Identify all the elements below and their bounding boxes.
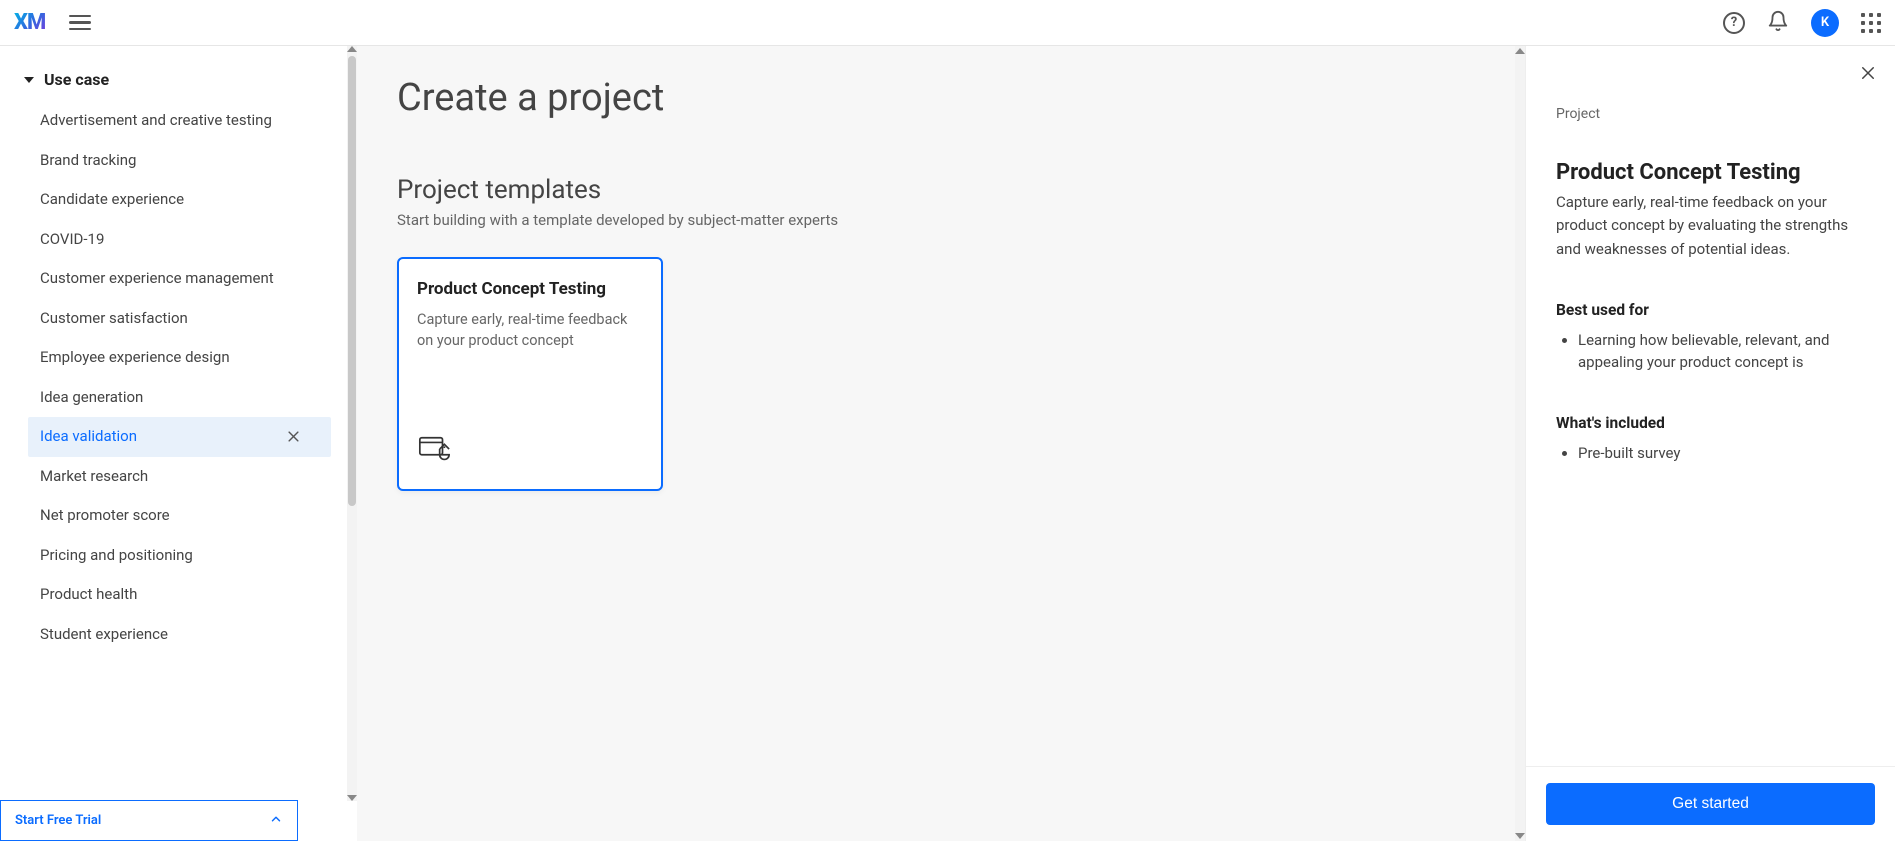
sidebar-scrollbar[interactable]: [347, 46, 357, 801]
topbar-right: ? K: [1723, 9, 1881, 37]
sidebar-scroll-thumb[interactable]: [348, 56, 356, 506]
menu-icon[interactable]: [69, 15, 91, 31]
main-content: Create a project Project templates Start…: [357, 46, 1525, 841]
sidebar-item[interactable]: Employee experience design: [0, 338, 357, 378]
main-scrollbar[interactable]: [1515, 46, 1525, 841]
templates-heading: Project templates: [397, 175, 1485, 205]
detail-body: Project Product Concept Testing Capture …: [1526, 46, 1895, 766]
whats-included-list: Pre-built survey: [1556, 442, 1865, 465]
caret-down-icon: [24, 77, 34, 83]
app-switcher-icon[interactable]: [1861, 13, 1881, 33]
template-card-title: Product Concept Testing: [417, 279, 643, 299]
template-card-desc: Capture early, real-time feedback on you…: [417, 309, 643, 351]
brand-logo[interactable]: XM: [14, 10, 45, 35]
layout: Use case Advertisement and creative test…: [0, 46, 1895, 841]
list-item: Learning how believable, relevant, and a…: [1578, 329, 1865, 374]
sidebar-section-header[interactable]: Use case: [0, 46, 357, 101]
sidebar-item[interactable]: Brand tracking: [0, 141, 357, 181]
sidebar-item[interactable]: Product health: [0, 575, 357, 615]
sidebar-item-label: Idea validation: [40, 427, 137, 447]
sidebar-item[interactable]: Customer satisfaction: [0, 299, 357, 339]
sidebar-item[interactable]: Student experience: [0, 615, 357, 655]
concept-testing-icon: [417, 433, 451, 471]
clear-filter-icon[interactable]: [286, 429, 301, 444]
page-title: Create a project: [397, 76, 1485, 120]
usecase-list: Advertisement and creative testingBrand …: [0, 101, 357, 841]
chevron-up-icon: [269, 811, 283, 830]
detail-panel: Project Product Concept Testing Capture …: [1525, 46, 1895, 841]
sidebar-item[interactable]: Pricing and positioning: [0, 536, 357, 576]
detail-title: Product Concept Testing: [1556, 160, 1865, 185]
help-icon[interactable]: ?: [1723, 12, 1745, 34]
sidebar-item[interactable]: Net promoter score: [0, 496, 357, 536]
start-free-trial-button[interactable]: Start Free Trial: [0, 800, 298, 841]
sidebar-item[interactable]: Advertisement and creative testing: [0, 101, 357, 141]
topbar: XM ? K: [0, 0, 1895, 46]
close-icon[interactable]: [1859, 64, 1877, 86]
sidebar-item[interactable]: COVID-19: [0, 220, 357, 260]
whats-included-label: What's included: [1556, 414, 1865, 432]
sidebar-item[interactable]: Idea generation: [0, 378, 357, 418]
get-started-button[interactable]: Get started: [1546, 783, 1875, 825]
detail-eyebrow: Project: [1556, 106, 1865, 122]
best-used-for-label: Best used for: [1556, 301, 1865, 319]
template-card-product-concept-testing[interactable]: Product Concept Testing Capture early, r…: [397, 257, 663, 491]
notifications-icon[interactable]: [1767, 10, 1789, 36]
list-item: Pre-built survey: [1578, 442, 1865, 465]
best-used-for-list: Learning how believable, relevant, and a…: [1556, 329, 1865, 374]
detail-desc: Capture early, real-time feedback on you…: [1556, 191, 1865, 261]
sidebar-section-label: Use case: [44, 70, 109, 89]
avatar[interactable]: K: [1811, 9, 1839, 37]
sidebar-item[interactable]: Idea validation: [28, 417, 331, 457]
sidebar: Use case Advertisement and creative test…: [0, 46, 357, 841]
templates-subheading: Start building with a template developed…: [397, 211, 1485, 229]
sidebar-item[interactable]: Market research: [0, 457, 357, 497]
sidebar-item[interactable]: Candidate experience: [0, 180, 357, 220]
sidebar-item[interactable]: Customer experience management: [0, 259, 357, 299]
detail-footer: Get started: [1526, 766, 1895, 841]
trial-label: Start Free Trial: [15, 813, 101, 828]
